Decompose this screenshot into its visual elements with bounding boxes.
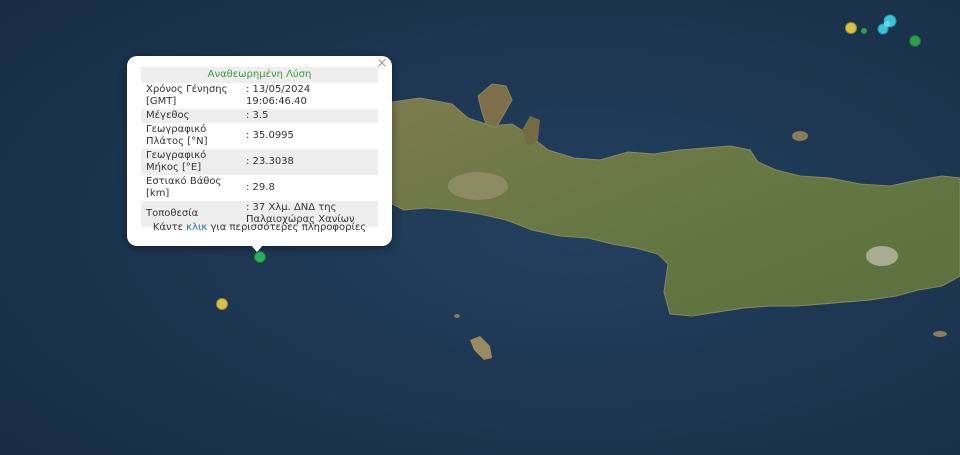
earthquake-marker-yellow[interactable] <box>845 22 857 34</box>
longitude-label: Γεωγραφικό Μήκος [°E] <box>141 149 241 175</box>
earthquake-marker-cyan[interactable] <box>884 21 890 27</box>
earthquake-details-table: Αναθεωρημένη Λύση Χρόνος Γένησης [GMT] :… <box>141 67 378 227</box>
popup-pointer <box>250 244 264 252</box>
depth-value: : 29.8 <box>246 182 275 193</box>
popup-title-row: Αναθεωρημένη Λύση <box>141 67 378 83</box>
more-info-text: Κάντε κλικ για περισσότερες πληροφορίες <box>127 222 392 233</box>
latitude-label: Γεωγραφικό Πλάτος [°N] <box>146 124 208 147</box>
magnitude-value: : 3.5 <box>241 109 378 123</box>
table-row: Γεωγραφικό Πλάτος [°N] : 35.0995 <box>141 123 378 149</box>
psiloritis <box>866 246 898 266</box>
islet-southeast <box>933 331 947 337</box>
earthquake-marker-green[interactable] <box>909 35 921 47</box>
origin-time-value: : 13/05/2024 19:06:46.40 <box>246 84 311 107</box>
magnitude-label: Μέγεθος <box>141 109 241 123</box>
latitude-value: : 35.0995 <box>246 130 294 141</box>
earthquake-info-popup: × Αναθεωρημένη Λύση Χρόνος Γένησης [GMT]… <box>127 56 392 246</box>
popup-title: Αναθεωρημένη Λύση <box>141 67 378 83</box>
origin-time-label: Χρόνος Γένησης [GMT] <box>146 84 228 107</box>
earthquake-marker-selected[interactable] <box>254 251 266 263</box>
footer-suffix: για περισσότερες πληροφορίες <box>207 222 367 233</box>
footer-prefix: Κάντε <box>152 222 187 233</box>
longitude-value: : 23.3038 <box>241 149 378 175</box>
islet-east <box>792 131 808 141</box>
table-row: Εστιακό Βάθος [km] : 29.8 <box>141 175 378 201</box>
table-row: Χρόνος Γένησης [GMT] : 13/05/2024 19:06:… <box>141 83 378 109</box>
table-row: Μέγεθος : 3.5 <box>141 109 378 123</box>
more-info-link[interactable]: κλικ <box>186 222 207 233</box>
earthquake-marker-green[interactable] <box>861 28 867 34</box>
earthquake-marker-yellow[interactable] <box>216 298 228 310</box>
table-row: Γεωγραφικό Μήκος [°E] : 23.3038 <box>141 149 378 175</box>
islet-small <box>454 314 460 318</box>
depth-label: Εστιακό Βάθος [km] <box>146 176 222 199</box>
white-mountains <box>448 172 508 200</box>
